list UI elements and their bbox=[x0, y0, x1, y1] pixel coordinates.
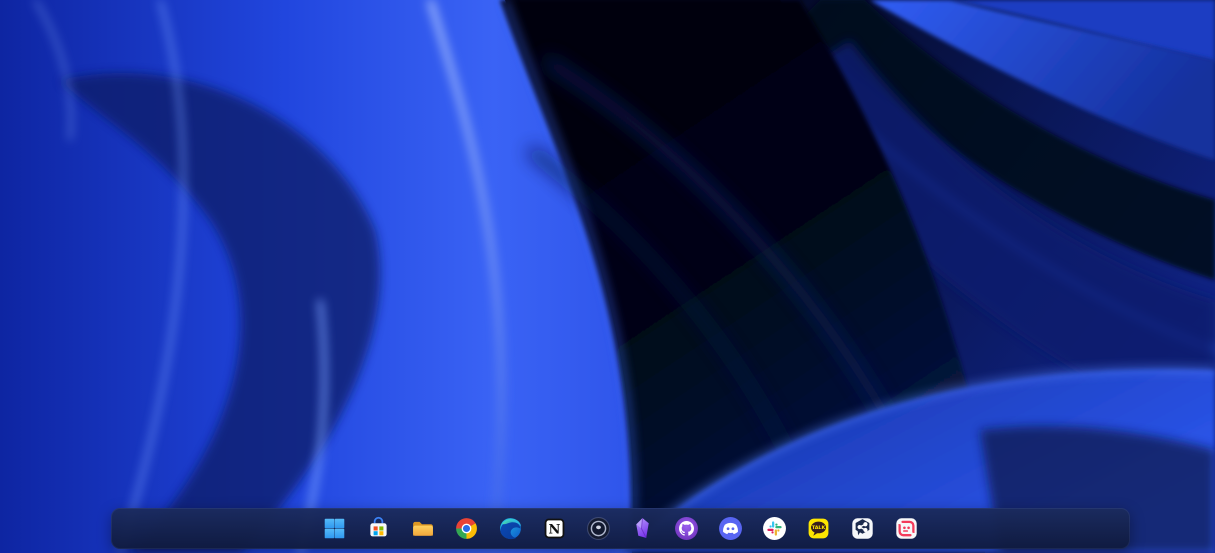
kakaotalk-icon: TALK bbox=[808, 518, 829, 539]
notion-icon: N bbox=[544, 518, 565, 539]
taskbar-red-loop-app-button[interactable] bbox=[885, 510, 929, 548]
taskbar-pinned-apps: N TALK bbox=[313, 510, 929, 548]
taskbar-obsidian-button[interactable] bbox=[621, 510, 665, 548]
concentric-rings-icon bbox=[587, 517, 610, 540]
taskbar-kakaotalk-button[interactable]: TALK bbox=[797, 510, 841, 548]
github-octocat-icon bbox=[675, 517, 698, 540]
taskbar-edge-button[interactable] bbox=[489, 510, 533, 548]
taskbar-ring-app-button[interactable] bbox=[577, 510, 621, 548]
edge-icon bbox=[500, 518, 522, 540]
obsidian-gem-icon bbox=[636, 518, 649, 539]
slack-icon bbox=[763, 517, 786, 540]
taskbar-discord-button[interactable] bbox=[709, 510, 753, 548]
taskbar-file-explorer-button[interactable] bbox=[401, 510, 445, 548]
taskbar-start-button[interactable] bbox=[313, 510, 357, 548]
discord-icon bbox=[719, 517, 742, 540]
taskbar-hexagon-share-app-button[interactable] bbox=[841, 510, 885, 548]
taskbar: N TALK bbox=[111, 508, 1130, 549]
taskbar-notion-button[interactable]: N bbox=[533, 510, 577, 548]
windows-logo-icon bbox=[324, 518, 345, 539]
wallpaper-image bbox=[0, 0, 1215, 553]
red-loop-face-icon bbox=[896, 518, 917, 539]
taskbar-microsoft-store-button[interactable] bbox=[357, 510, 401, 548]
microsoft-store-icon bbox=[370, 516, 387, 537]
folder-icon bbox=[413, 521, 433, 536]
hexagon-share-icon bbox=[852, 518, 873, 539]
svg-text:N: N bbox=[549, 522, 561, 537]
taskbar-slack-button[interactable] bbox=[753, 510, 797, 548]
taskbar-chrome-button[interactable] bbox=[445, 510, 489, 548]
taskbar-github-button[interactable] bbox=[665, 510, 709, 548]
kakaotalk-bubble-text: TALK bbox=[812, 525, 826, 531]
chrome-icon bbox=[456, 518, 477, 539]
desktop[interactable]: N TALK bbox=[0, 0, 1215, 553]
